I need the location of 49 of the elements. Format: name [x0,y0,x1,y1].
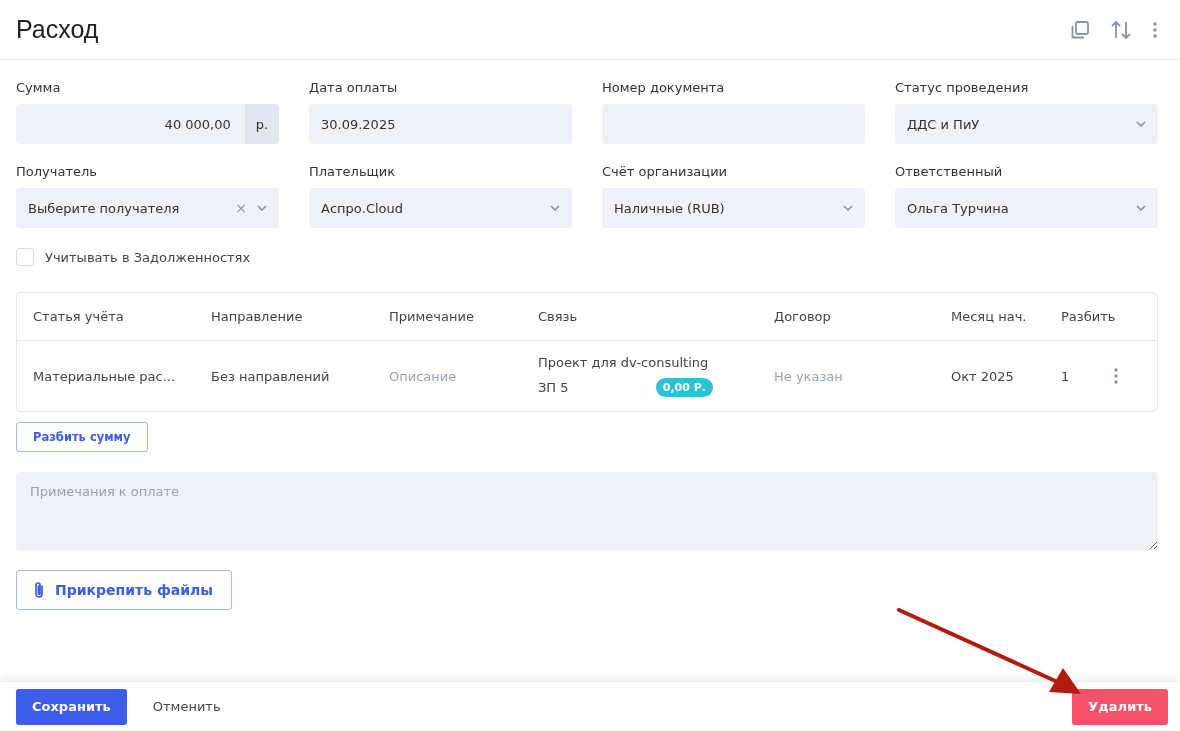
attach-files-button[interactable]: Прикрепить файлы [16,570,232,610]
more-icon[interactable] [1113,367,1119,385]
table-cell-text: Проект для dv-consulting [538,355,710,370]
field-label: Плательщик [309,164,397,179]
field-label: Сумма [16,80,62,95]
currency-suffix: р. [244,104,279,144]
amount-input[interactable]: 40 000,00 [16,104,245,144]
checkbox-label: Учитывать в Задолженностях [45,249,251,265]
column-header: Месяц нач. [951,309,1028,324]
select-field[interactable]: Аспро.Cloud [309,188,572,228]
field-label: Счёт организации [602,164,729,179]
chevron-down-icon [1136,205,1146,211]
column-header: Связь [538,309,579,324]
field-label: Ответственный [895,164,1004,179]
more-icon[interactable] [1152,20,1158,39]
select-field[interactable]: Выберите получателя × [16,188,279,228]
sort-icon[interactable] [1110,19,1132,40]
amount-badge: 0,00 Р. [655,378,713,397]
table-cell-text: Окт 2025 [951,368,1015,384]
column-header: Статья учёта [33,309,125,324]
table-cell: ЗП 5 [538,380,569,395]
save-button[interactable]: Сохранить [16,688,127,725]
select-field[interactable]: ДДС и ПиУ [895,104,1158,144]
column-header: Направление [211,309,304,324]
paperclip-icon [33,581,45,599]
column-header: Примечание [389,309,475,324]
table-cell-text: Описание [389,368,458,384]
table-cell-text: Материальные рас... [33,368,177,384]
select-field[interactable]: Ольга Турчина [895,188,1158,228]
field-label: Дата оплаты [309,80,399,95]
field-label: Статус проведения [895,80,1030,95]
chevron-down-icon [843,205,853,211]
notes-field[interactable]: Примечания к оплате [16,472,1158,550]
text-input[interactable]: 30.09.2025 [309,104,572,144]
table-cell-text: 1 [1061,368,1071,384]
field-label: Номер документа [602,80,726,95]
page-title: Расход [16,15,99,44]
checkbox[interactable] [16,248,34,266]
chevron-down-icon [1136,121,1146,127]
split-amount-button[interactable]: Разбить сумму [16,422,148,452]
select-field[interactable]: Наличные (RUB) [602,188,865,228]
copy-icon[interactable] [1070,19,1090,40]
table-cell-text: Не указан [774,368,844,384]
column-header: Договор [774,309,832,324]
field-label: Получатель [16,164,98,179]
column-header: Разбить [1061,309,1113,324]
chevron-down-icon [550,205,560,211]
chevron-down-icon [257,205,267,211]
table-cell-text: Без направлений [211,368,331,384]
